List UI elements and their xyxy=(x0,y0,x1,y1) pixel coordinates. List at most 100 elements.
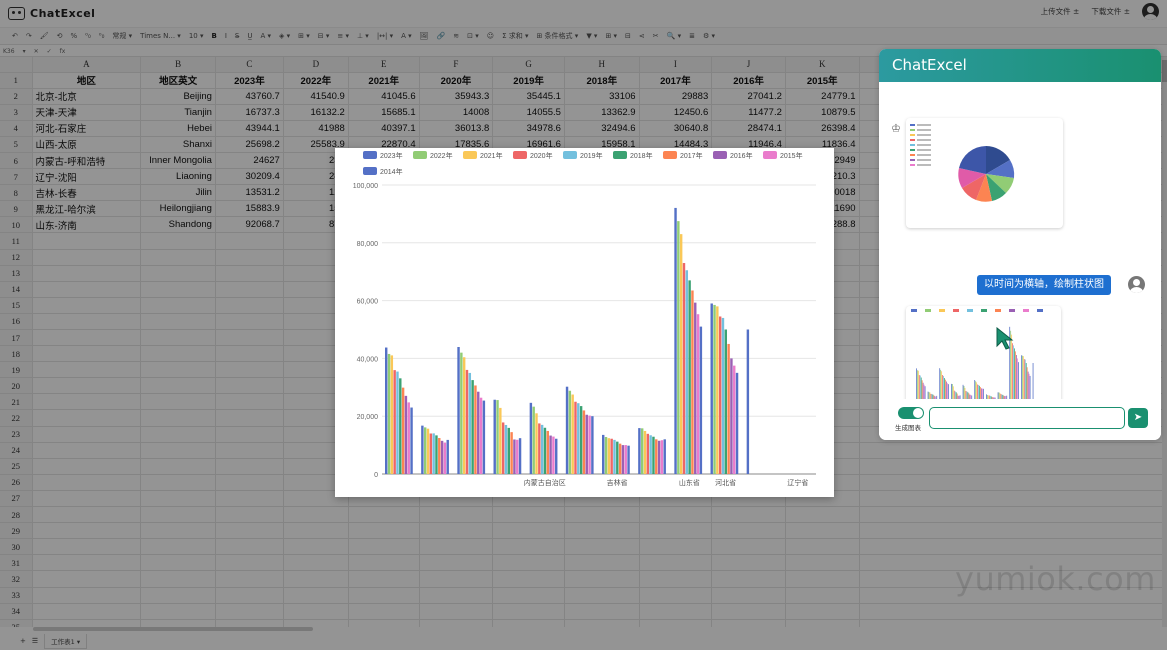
y-tick-label: 20,000 xyxy=(357,414,379,421)
pie-chart-thumbnail[interactable] xyxy=(906,118,1063,228)
bar xyxy=(555,438,558,474)
bar xyxy=(474,385,477,474)
mini-legend-swatch xyxy=(995,309,1001,312)
bar xyxy=(746,329,750,474)
bar xyxy=(399,378,402,474)
chat-panel: ChatExcel ♔ 以时间为横轴，绘制柱状图 生成图表 ➤ xyxy=(879,49,1161,440)
mini-legend-swatch xyxy=(967,309,973,312)
bar xyxy=(549,435,552,474)
bar xyxy=(613,439,616,474)
bar xyxy=(546,430,549,474)
bar xyxy=(393,370,396,474)
pie-legend-text xyxy=(917,129,931,131)
bar xyxy=(730,358,733,474)
bar xyxy=(699,326,703,474)
bar xyxy=(396,371,399,474)
bar xyxy=(460,352,463,474)
legend-swatch xyxy=(463,151,477,159)
bar xyxy=(577,403,580,474)
legend-label: 2022年 xyxy=(430,151,453,160)
bar xyxy=(426,428,430,474)
pie-legend-swatch xyxy=(910,134,915,136)
bar xyxy=(718,316,722,474)
pie-legend-swatch xyxy=(910,124,915,126)
x-tick-label: 吉林省 xyxy=(607,478,628,487)
bar xyxy=(565,386,569,474)
bar xyxy=(385,347,388,474)
chat-messages[interactable]: ♔ 以时间为横轴，绘制柱状图 xyxy=(879,82,1161,414)
legend-swatch xyxy=(513,151,527,159)
bar xyxy=(552,436,555,474)
generate-chart-toggle[interactable] xyxy=(898,407,924,419)
legend-swatch xyxy=(663,151,677,159)
bar xyxy=(518,438,522,474)
y-tick-label: 80,000 xyxy=(357,241,379,248)
mini-bar xyxy=(1012,343,1013,406)
bar xyxy=(429,433,433,474)
bar xyxy=(663,439,666,474)
bar xyxy=(618,443,622,474)
bar xyxy=(468,372,472,474)
legend-swatch xyxy=(363,151,377,159)
bar xyxy=(721,317,725,474)
pie-legend-text xyxy=(917,154,931,156)
x-tick-label: 河北省 xyxy=(715,478,736,487)
legend-swatch xyxy=(713,151,727,159)
bar xyxy=(532,406,535,474)
bar xyxy=(646,433,650,474)
bar xyxy=(446,439,449,474)
bar xyxy=(685,270,689,474)
y-tick-label: 0 xyxy=(374,472,378,479)
y-tick-label: 100,000 xyxy=(353,183,378,190)
bar xyxy=(421,425,424,474)
mini-legend-swatch xyxy=(1037,309,1043,312)
bar xyxy=(643,430,647,474)
bar xyxy=(713,304,716,474)
user-avatar-icon xyxy=(1128,276,1145,293)
bar xyxy=(387,353,391,474)
pie-legend-swatch xyxy=(910,139,915,141)
mini-bar xyxy=(1015,351,1016,406)
send-icon[interactable]: ➤ xyxy=(1128,408,1148,428)
bar xyxy=(582,410,586,474)
legend-label: 2021年 xyxy=(480,151,503,160)
bar xyxy=(727,343,730,474)
mini-bar xyxy=(1014,348,1015,406)
legend-swatch xyxy=(413,151,427,159)
mini-legend-swatch xyxy=(911,309,917,312)
pie-legend-text xyxy=(917,144,931,146)
bar xyxy=(679,234,683,474)
bar xyxy=(529,402,533,474)
generate-chart-label: 生成图表 xyxy=(895,424,921,432)
bar-chart-preview xyxy=(911,309,1056,407)
bar xyxy=(482,400,486,474)
mini-legend-swatch xyxy=(1009,309,1015,312)
user-message: 以时间为横轴，绘制柱状图 xyxy=(977,275,1111,295)
bar xyxy=(652,436,655,474)
chat-input-area: 生成图表 ➤ xyxy=(879,399,1161,440)
x-tick-label: 山东省 xyxy=(679,478,700,487)
bar xyxy=(535,413,538,474)
bar xyxy=(591,416,594,474)
chat-input[interactable] xyxy=(929,407,1125,429)
legend-label: 2016年 xyxy=(730,151,753,160)
bar xyxy=(607,438,611,474)
bar xyxy=(733,365,736,474)
bar xyxy=(499,407,502,474)
y-tick-label: 40,000 xyxy=(357,356,379,363)
legend-label: 2020年 xyxy=(530,151,553,160)
mini-legend-swatch xyxy=(1023,309,1029,312)
bar xyxy=(471,380,474,474)
bar xyxy=(627,445,630,474)
bar xyxy=(694,302,697,474)
legend-swatch xyxy=(563,151,577,159)
legend-label: 2017年 xyxy=(680,151,703,160)
pie-body xyxy=(958,146,1015,202)
bar xyxy=(579,406,583,474)
pie-legend-swatch xyxy=(910,159,915,161)
bar-chart-thumbnail[interactable] xyxy=(906,306,1061,414)
mouse-cursor-icon xyxy=(996,327,1014,350)
bar xyxy=(423,427,427,474)
bar xyxy=(604,437,608,474)
bar xyxy=(677,221,680,474)
